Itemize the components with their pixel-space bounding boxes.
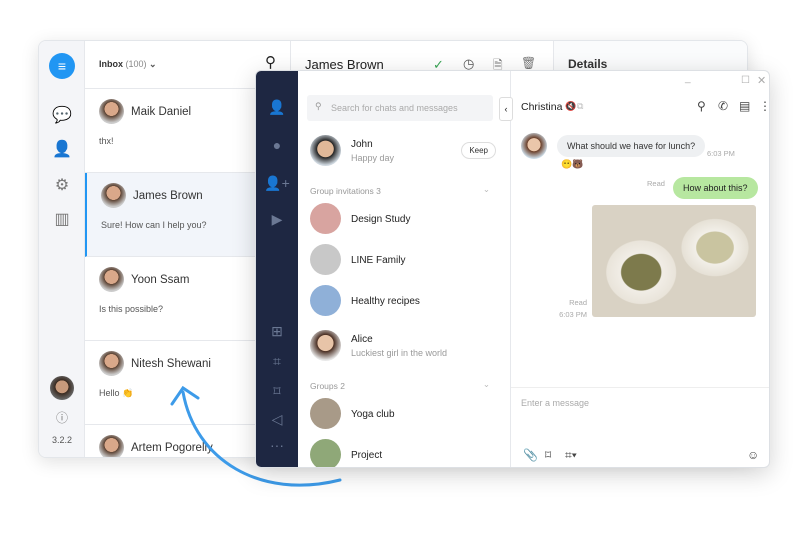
list-item[interactable]: Healthy recipes — [310, 285, 500, 321]
group-name: LINE Family — [351, 255, 406, 266]
list-item[interactable]: Alice Luckiest girl in the world — [310, 330, 500, 366]
external-icon[interactable]: ⧉ — [577, 101, 583, 112]
message-time: 6:03 PM — [559, 310, 587, 319]
list-item[interactable]: LINE Family — [310, 244, 500, 280]
mute-icon: 🔇 — [565, 101, 577, 111]
keep-button[interactable]: Keep — [461, 142, 496, 159]
list-item[interactable]: Project — [310, 439, 500, 467]
message-input[interactable]: Enter a message 📎 ⌑ ⌗▾ ☺ — [511, 387, 769, 467]
section-label: Group invitations 3 — [310, 186, 381, 196]
search-placeholder: Search for chats and messages — [331, 103, 458, 113]
group-avatar — [310, 285, 341, 316]
play-icon[interactable]: ▶ — [256, 211, 298, 228]
list-item[interactable]: Yoga club — [310, 398, 500, 434]
list-item[interactable]: Design Study — [310, 203, 500, 239]
crop-icon[interactable]: ⌗▾ — [565, 448, 577, 463]
message-placeholder: Enter a message — [521, 398, 590, 408]
group-name: Yoga club — [351, 409, 395, 420]
add-friend-icon[interactable]: 👤+ — [256, 175, 298, 192]
more-icon[interactable]: ··· — [256, 437, 298, 453]
emoji-icon[interactable]: ☺ — [747, 448, 759, 462]
chat-panel: _ ☐ ✕ Christina 🔇 ⧉ ⚲ ✆ ▤ ⋮ What should … — [511, 71, 769, 467]
dark-sidebar: 👤 ● 👤+ ▶ ⊞ ⌗ ⌑ ◁ ··· — [256, 71, 298, 467]
bookmark-icon[interactable]: ⌑ — [545, 448, 551, 462]
group-avatar — [310, 398, 341, 429]
avatar — [521, 133, 547, 159]
search-icon[interactable]: ⚲ — [697, 99, 706, 113]
avatar — [310, 135, 341, 166]
read-status: Read — [569, 298, 587, 307]
group-avatar — [310, 244, 341, 275]
more-vertical-icon[interactable]: ⋮ — [759, 99, 769, 113]
chat-bubble-icon[interactable]: ● — [256, 137, 298, 153]
close-icon[interactable]: ✕ — [757, 74, 766, 87]
list-item[interactable]: John Happy day Keep — [310, 135, 500, 171]
paperclip-icon[interactable]: 📎 — [523, 448, 538, 462]
contact-name: John — [351, 139, 373, 150]
bookmark-icon[interactable]: ⌑ — [256, 383, 298, 400]
contact-status: Happy day — [351, 153, 395, 163]
group-avatar — [310, 203, 341, 234]
contact-status: Luckiest girl in the world — [351, 348, 448, 358]
avatar — [310, 330, 341, 361]
maximize-icon[interactable]: ☐ — [741, 75, 750, 86]
video-add-icon[interactable]: ⊞ — [256, 323, 298, 340]
group-invitations-header[interactable]: Group invitations 3 ⌄ — [310, 184, 490, 196]
front-window: 👤 ● 👤+ ▶ ⊞ ⌗ ⌑ ◁ ··· ⚲ Search for chats a… — [255, 70, 770, 468]
search-input[interactable]: ⚲ Search for chats and messages — [307, 95, 493, 121]
group-avatar — [310, 439, 341, 467]
megaphone-icon[interactable]: ◁ — [256, 411, 298, 428]
outgoing-message: How about this? — [673, 177, 758, 199]
food-photo[interactable] — [592, 205, 756, 317]
contact-list: ⚲ Search for chats and messages ‹ John Ha… — [298, 71, 513, 467]
contact-name: Alice — [351, 334, 373, 345]
read-status: Read — [647, 179, 665, 188]
phone-icon[interactable]: ✆ — [718, 99, 728, 113]
groups-header[interactable]: Groups 2 ⌄ — [310, 379, 490, 391]
message-time: 6:03 PM — [707, 149, 735, 158]
search-icon: ⚲ — [315, 101, 322, 111]
section-label: Groups 2 — [310, 381, 345, 391]
chevron-down-icon: ⌄ — [482, 379, 490, 389]
chevron-down-icon: ⌄ — [482, 184, 490, 194]
sticker-icon: 😶🐻 — [561, 159, 584, 169]
group-name: Healthy recipes — [351, 296, 420, 307]
incoming-message: What should we have for lunch? — [557, 135, 706, 157]
chat-contact-name: Christina — [521, 101, 563, 113]
friends-icon[interactable]: 👤 — [256, 99, 298, 116]
notes-icon[interactable]: ▤ — [739, 99, 750, 113]
group-name: Design Study — [351, 214, 411, 225]
crop-icon[interactable]: ⌗ — [256, 353, 298, 370]
minimize-icon[interactable]: _ — [685, 73, 691, 84]
group-name: Project — [351, 450, 383, 461]
